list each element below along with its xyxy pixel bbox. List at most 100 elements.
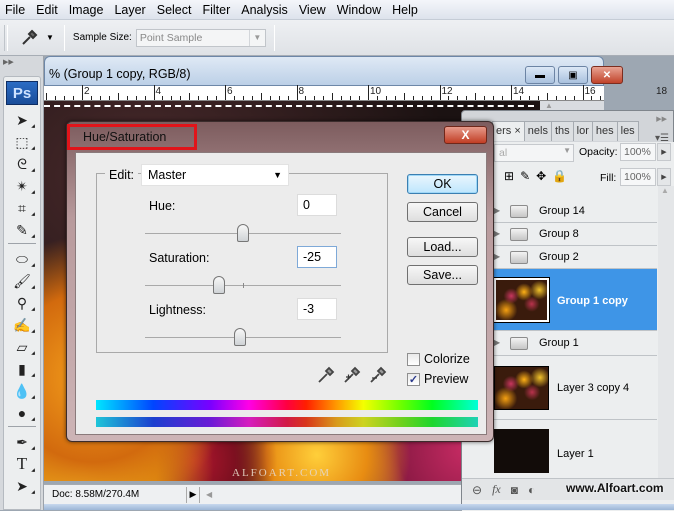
saturation-input[interactable]: -25	[297, 246, 337, 268]
ruler-number: 14	[513, 86, 525, 97]
tab-swatches[interactable]: hes	[591, 121, 618, 141]
layers-scrollbar[interactable]: ▲ ▼	[658, 186, 674, 486]
menu-filter[interactable]: Filter	[197, 3, 236, 17]
lock-all-icon[interactable]: 🔒	[552, 169, 567, 183]
collapse-icon[interactable]: ▶▶	[656, 115, 667, 123]
chevron-down-icon[interactable]: ▼	[46, 33, 54, 42]
document-title-bar[interactable]: % (Group 1 copy, RGB/8)	[44, 56, 604, 86]
blend-mode-select[interactable]: al ▼	[494, 144, 574, 162]
load-button[interactable]: Load...	[407, 237, 478, 257]
options-bar-grip[interactable]	[4, 24, 8, 51]
ruler-tick	[162, 96, 164, 100]
scroll-up-icon[interactable]: ▲	[661, 186, 669, 195]
gradient-tool-icon[interactable]: ▮	[10, 359, 34, 379]
ps-logo[interactable]: Ps	[6, 81, 38, 105]
tab-channels[interactable]: nels	[523, 121, 552, 141]
path-selection-tool-icon[interactable]: ➤	[10, 476, 34, 496]
crop-tool-icon[interactable]: ⌗	[10, 198, 34, 218]
ruler-tick	[108, 96, 110, 100]
edit-label: Edit:	[105, 168, 139, 182]
dodge-tool-icon[interactable]: ●	[10, 403, 34, 423]
minimize-button[interactable]: ▬	[525, 66, 555, 84]
magic-wand-tool-icon[interactable]: ✴	[10, 176, 34, 196]
lock-position-icon[interactable]: ✥	[536, 169, 546, 183]
menu-layer[interactable]: Layer	[109, 3, 151, 17]
ruler-number: 12	[441, 86, 453, 97]
ok-button[interactable]: OK	[407, 174, 478, 194]
eyedropper-minus-icon[interactable]	[369, 366, 387, 384]
save-button[interactable]: Save...	[407, 265, 478, 285]
scroll-left-icon[interactable]: ◀	[206, 490, 212, 499]
ruler-tick	[475, 93, 477, 100]
history-brush-tool-icon[interactable]: ✍	[10, 315, 34, 335]
type-tool-icon[interactable]: T	[10, 454, 34, 474]
move-tool-icon[interactable]: ➤	[10, 110, 34, 130]
edit-select[interactable]: Master ▼	[141, 164, 289, 186]
lightness-input[interactable]: -3	[297, 298, 337, 320]
tab-color[interactable]: lor	[572, 121, 593, 141]
menu-select[interactable]: Select	[152, 3, 198, 17]
hue-slider-thumb[interactable]	[237, 224, 249, 242]
menu-help[interactable]: Help	[387, 3, 424, 17]
eyedropper-icon[interactable]	[317, 366, 335, 384]
eraser-tool-icon[interactable]: ▱	[10, 337, 34, 357]
layer-mask-icon[interactable]: ◙	[511, 483, 518, 497]
divider	[63, 24, 65, 51]
slice-tool-icon[interactable]: ✎	[10, 220, 34, 240]
expand-icon[interactable]: ▶	[494, 229, 500, 238]
fill-field[interactable]: 100%	[620, 168, 656, 186]
ruler-tick	[412, 96, 414, 100]
check-icon[interactable]: ✓	[407, 372, 420, 386]
clone-stamp-tool-icon[interactable]: ⚲	[10, 293, 34, 313]
close-dialog-button[interactable]: X	[444, 126, 487, 144]
horizontal-ruler[interactable]: 246810121416182022	[44, 85, 667, 101]
opacity-slider-button[interactable]: ▶	[657, 143, 671, 161]
hue-saturation-dialog: Hue/Saturation X Edit: Master ▼ Hue: 0 S…	[66, 121, 494, 442]
menu-file[interactable]: File	[0, 3, 31, 17]
saturation-slider-thumb[interactable]	[212, 276, 225, 294]
sample-size-select[interactable]: Point Sample ▼	[135, 28, 266, 47]
ruler-tick	[457, 96, 459, 100]
checkbox-box[interactable]	[407, 352, 420, 366]
preview-checkbox[interactable]: ✓ Preview	[407, 372, 468, 386]
layer-name: Group 14	[539, 205, 585, 217]
eyedropper-plus-icon[interactable]	[343, 366, 361, 384]
close-window-button[interactable]: ✕	[591, 66, 623, 84]
dialog-title: Hue/Saturation	[83, 130, 167, 144]
expand-icon[interactable]: ▶	[494, 206, 500, 215]
divider	[8, 426, 36, 427]
expand-icon[interactable]: ▶	[494, 338, 500, 347]
tab-paths[interactable]: ths	[550, 121, 574, 141]
cancel-button[interactable]: Cancel	[407, 202, 478, 222]
tool-preset-picker[interactable]	[18, 27, 40, 49]
blur-tool-icon[interactable]: 💧	[10, 381, 34, 401]
hue-input[interactable]: 0	[297, 194, 337, 216]
maximize-button[interactable]: ▣	[558, 66, 588, 84]
tab-styles[interactable]: les	[616, 121, 639, 141]
marquee-tool-icon[interactable]: ⬚	[10, 132, 34, 152]
menu-edit[interactable]: Edit	[31, 3, 64, 17]
ruler-tick	[117, 93, 119, 100]
status-menu-arrow[interactable]: ▶	[186, 486, 200, 503]
pen-tool-icon[interactable]: ✒	[10, 432, 34, 452]
menu-window[interactable]: Window	[332, 3, 387, 17]
collapse-icon[interactable]: ▶▶	[3, 58, 14, 66]
brush-tool-icon[interactable]: 🖌	[10, 271, 34, 291]
tab-layers[interactable]: ers ×	[492, 121, 525, 141]
fx-icon[interactable]: fx	[492, 482, 501, 497]
adjustment-layer-icon[interactable]: ◐	[528, 483, 535, 497]
opacity-field[interactable]: 100%	[620, 143, 656, 161]
lock-image-icon[interactable]: ✎	[520, 169, 530, 183]
menu-analysis[interactable]: Analysis	[236, 3, 294, 17]
lightness-slider-thumb[interactable]	[234, 328, 247, 346]
link-layers-icon[interactable]: ⊖	[472, 483, 482, 497]
healing-brush-tool-icon[interactable]: ⬭	[10, 249, 34, 269]
colorize-checkbox[interactable]: Colorize	[407, 352, 470, 366]
menu-view[interactable]: View	[294, 3, 332, 17]
expand-icon[interactable]: ▶	[494, 252, 500, 261]
ruler-tick	[135, 96, 137, 100]
lock-transparent-icon[interactable]: ⊞	[504, 169, 514, 183]
menu-image[interactable]: Image	[64, 3, 110, 17]
lasso-tool-icon[interactable]: ᘓ	[10, 154, 34, 174]
fill-slider-button[interactable]: ▶	[657, 168, 671, 186]
